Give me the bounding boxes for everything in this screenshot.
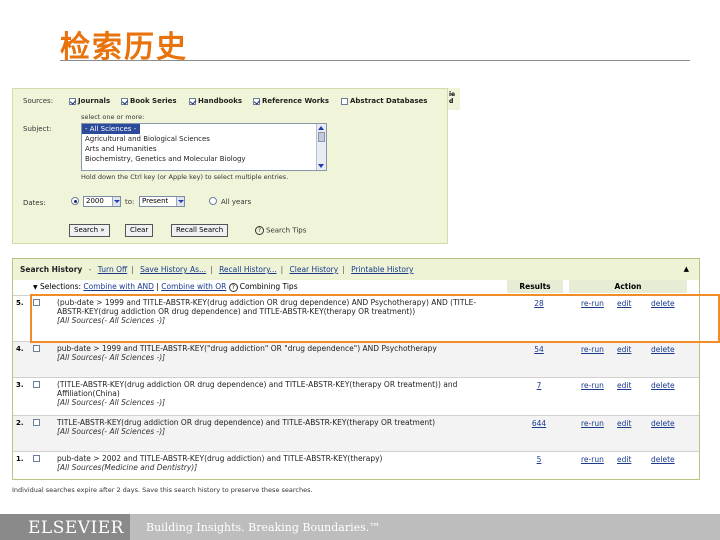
scroll-down-arrow-icon[interactable] [318, 164, 324, 168]
source-handbooks[interactable]: Handbooks [189, 97, 242, 105]
all-years-radio[interactable] [209, 197, 217, 205]
dates-label: Dates: [23, 199, 46, 207]
source-book-series[interactable]: Book Series [121, 97, 177, 105]
row-query: pub-date > 1999 and TITLE-ABSTR-KEY("dru… [57, 344, 437, 362]
row-query: (TITLE-ABSTR-KEY(drug addiction OR drug … [57, 380, 458, 407]
row-results-link[interactable]: 7 [519, 381, 559, 390]
date-range-radio[interactable] [71, 197, 79, 205]
search-history-panel: Search History - Turn Off | Save History … [12, 258, 700, 480]
history-row-2: 2. TITLE-ABSTR-KEY(drug addiction OR dru… [13, 415, 699, 451]
clear-history-link[interactable]: Clear History [290, 265, 339, 274]
source-journals-checkbox[interactable] [69, 97, 76, 105]
row-results-link[interactable]: 54 [519, 345, 559, 354]
row-select-checkbox[interactable] [33, 345, 40, 352]
elsevier-logo: ELSEVIER [28, 518, 124, 538]
date-to-label: to: [125, 198, 135, 206]
rerun-link[interactable]: re-run [581, 419, 604, 428]
highlight-annotation [30, 294, 720, 343]
row-number: 5. [16, 299, 24, 307]
collapse-icon[interactable]: ▲ [684, 259, 689, 280]
help-icon: ? [255, 226, 264, 235]
scroll-thumb[interactable] [318, 132, 325, 142]
subject-option[interactable]: - All Sciences - [82, 124, 140, 134]
delete-link[interactable]: delete [651, 455, 675, 464]
subject-help-text: Hold down the Ctrl key (or Apple key) to… [81, 173, 289, 181]
history-row-3: 3. (TITLE-ABSTR-KEY(drug addiction OR dr… [13, 377, 699, 415]
history-header: Search History - Turn Off | Save History … [13, 259, 699, 280]
search-tips-link[interactable]: ? Search Tips [255, 226, 306, 235]
row-number: 2. [16, 419, 24, 427]
help-icon: ? [228, 282, 238, 292]
row-query: pub-date > 2002 and TITLE-ABSTR-KEY(drug… [57, 454, 383, 472]
date-to-select[interactable]: Present [139, 196, 185, 207]
rerun-link[interactable]: re-run [581, 345, 604, 354]
source-reference-works-checkbox[interactable] [253, 97, 260, 105]
chevron-down-icon [112, 197, 120, 206]
source-abstract-databases[interactable]: Abstract Databases [341, 97, 427, 105]
search-form-panel: Sources: Journals Book Series Handbooks … [12, 88, 448, 244]
combining-tips-link[interactable]: Combining Tips [240, 282, 298, 291]
subject-label: Subject: [23, 125, 52, 133]
row-select-checkbox[interactable] [33, 419, 40, 426]
source-journals[interactable]: Journals [69, 97, 110, 105]
combine-and-link[interactable]: Combine with AND [83, 282, 154, 291]
printable-history-link[interactable]: Printable History [351, 265, 413, 274]
title-divider [60, 60, 690, 61]
panel-cut-edge: ie d [448, 88, 460, 110]
subject-scrollbar[interactable] [316, 124, 326, 170]
history-row-4: 4. pub-date > 1999 and TITLE-ABSTR-KEY("… [13, 341, 699, 377]
rerun-link[interactable]: re-run [581, 381, 604, 390]
subject-hint: select one or more: [81, 113, 145, 121]
row-select-checkbox[interactable] [33, 381, 40, 388]
chevron-down-icon [176, 197, 184, 206]
subject-option[interactable]: Biochemistry, Genetics and Molecular Bio… [82, 154, 326, 164]
history-title: Search History [20, 265, 83, 274]
combine-or-link[interactable]: Combine with OR [161, 282, 226, 291]
row-number: 3. [16, 381, 24, 389]
edit-link[interactable]: edit [617, 419, 631, 428]
search-button[interactable]: Search » [69, 224, 110, 237]
row-results-link[interactable]: 5 [519, 455, 559, 464]
subject-listbox[interactable]: - All Sciences - Agricultural and Biolog… [81, 123, 327, 171]
footer-tagline: Building Insights. Breaking Boundaries.™ [146, 521, 381, 534]
history-row-1: 1. pub-date > 2002 and TITLE-ABSTR-KEY(d… [13, 451, 699, 479]
source-handbooks-checkbox[interactable] [189, 97, 196, 105]
edit-link[interactable]: edit [617, 381, 631, 390]
all-years-label: All years [221, 198, 252, 206]
source-abstract-databases-checkbox[interactable] [341, 97, 348, 105]
recall-history-link[interactable]: Recall History... [219, 265, 277, 274]
source-book-series-checkbox[interactable] [121, 97, 128, 105]
row-select-checkbox[interactable] [33, 455, 40, 462]
subject-option[interactable]: Agricultural and Biological Sciences [82, 134, 326, 144]
selection-arrow-icon: ▼ [33, 284, 38, 291]
row-number: 1. [16, 455, 24, 463]
scroll-up-arrow-icon[interactable] [318, 126, 324, 130]
date-from-select[interactable]: 2000 [83, 196, 121, 207]
recall-search-button[interactable]: Recall Search [171, 224, 229, 237]
rerun-link[interactable]: re-run [581, 455, 604, 464]
row-number: 4. [16, 345, 24, 353]
row-query: TITLE-ABSTR-KEY(drug addiction OR drug d… [57, 418, 436, 436]
subject-option[interactable]: Arts and Humanities [82, 144, 326, 154]
delete-link[interactable]: delete [651, 345, 675, 354]
edit-link[interactable]: edit [617, 345, 631, 354]
sources-label: Sources: [23, 97, 54, 105]
delete-link[interactable]: delete [651, 419, 675, 428]
save-history-link[interactable]: Save History As... [140, 265, 206, 274]
source-reference-works[interactable]: Reference Works [253, 97, 329, 105]
edit-link[interactable]: edit [617, 455, 631, 464]
row-results-link[interactable]: 644 [519, 419, 559, 428]
delete-link[interactable]: delete [651, 381, 675, 390]
results-column-header: Results [507, 280, 563, 293]
action-column-header: Action [569, 280, 687, 293]
turn-off-link[interactable]: Turn Off [98, 265, 127, 274]
history-footnote: Individual searches expire after 2 days.… [12, 486, 313, 494]
clear-button[interactable]: Clear [125, 224, 154, 237]
